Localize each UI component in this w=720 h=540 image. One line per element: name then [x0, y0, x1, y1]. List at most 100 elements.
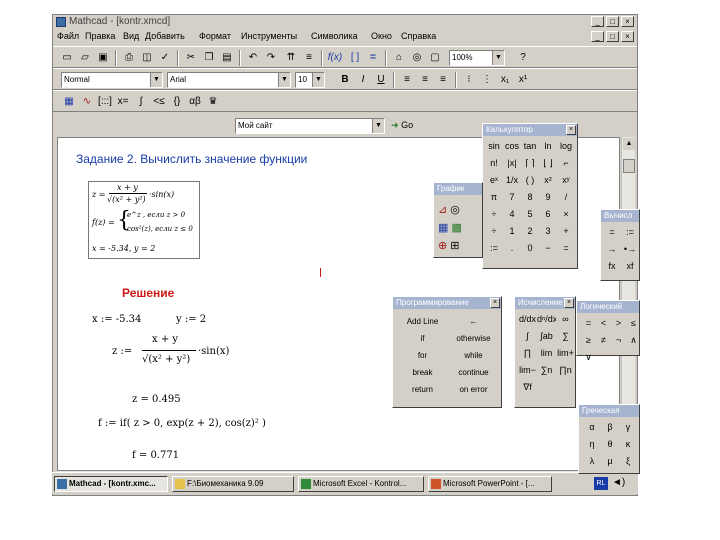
speaker-icon[interactable]: ◄) — [612, 477, 625, 488]
menu-help[interactable]: Справка — [401, 31, 436, 41]
task-mathcad[interactable]: Mathcad - [kontr.xmc... — [54, 476, 168, 492]
copy-icon[interactable]: ❐ — [201, 50, 217, 66]
calculator-key[interactable]: := — [485, 240, 503, 257]
equals-icon[interactable]: = — [365, 50, 381, 66]
calculator-key[interactable]: 7 — [503, 189, 521, 206]
calculus-key[interactable]: ∑n — [537, 362, 556, 379]
greek-key[interactable]: ξ — [619, 453, 637, 470]
calculator-key[interactable]: ln — [539, 138, 557, 155]
greek-palette-title[interactable]: Греческая — [579, 405, 639, 417]
calculator-key[interactable]: n! — [485, 155, 503, 172]
calculator-key[interactable]: × — [557, 206, 575, 223]
boolean-key[interactable]: > — [611, 315, 626, 332]
calculus-key[interactable]: ∞ — [556, 311, 575, 328]
calculus-key[interactable]: ∏ — [518, 345, 537, 362]
boolean-key[interactable]: = — [581, 315, 596, 332]
scroll-thumb[interactable] — [623, 159, 635, 173]
evaluation-key[interactable]: → — [603, 241, 621, 258]
programming-key[interactable]: ← — [448, 313, 499, 330]
calculator-key[interactable]: + — [557, 223, 575, 240]
close-icon[interactable]: × — [566, 125, 576, 135]
calculus-key[interactable]: ∇f — [518, 379, 537, 396]
calculus-icon[interactable]: ∫ — [133, 94, 149, 110]
calculus-key[interactable]: lim− — [518, 362, 537, 379]
spell-icon[interactable]: ✓ — [157, 50, 173, 66]
boolean-icon[interactable]: <≤ — [151, 94, 167, 110]
calculator-key[interactable]: log — [557, 138, 575, 155]
symbolic-icon[interactable]: ♛ — [205, 94, 221, 110]
matrix-icon[interactable]: [:::] — [97, 94, 113, 110]
programming-key[interactable]: on error — [448, 381, 499, 398]
greek-key[interactable]: θ — [601, 436, 619, 453]
calculus-key[interactable]: d/dx — [518, 311, 537, 328]
resource-combo[interactable]: Мой сайт ▼ — [235, 118, 385, 134]
calculus-key[interactable]: lim+ — [556, 345, 575, 362]
underline-button[interactable]: U — [373, 72, 389, 88]
greek-key[interactable]: η — [583, 436, 601, 453]
paste-icon[interactable]: ▤ — [219, 50, 235, 66]
calculator-key[interactable]: |x| — [503, 155, 521, 172]
bold-button[interactable]: B — [337, 72, 353, 88]
calculus-key[interactable]: ∑ — [556, 328, 575, 345]
evaluation-key[interactable]: xf — [621, 258, 639, 275]
close-icon[interactable]: × — [564, 298, 574, 308]
doc-close-button[interactable]: × — [621, 31, 634, 42]
boolean-key[interactable]: < — [596, 315, 611, 332]
calculator-key[interactable]: ⌈ ⌉ — [521, 155, 539, 172]
minimize-button[interactable]: _ — [591, 16, 604, 27]
boolean-key[interactable]: ∨ — [581, 349, 596, 366]
boolean-key[interactable]: ≤ — [626, 315, 641, 332]
calculator-key[interactable]: π — [485, 189, 503, 206]
calculator-key[interactable]: 4 — [503, 206, 521, 223]
preview-icon[interactable]: ◫ — [139, 50, 155, 66]
evaluation-key[interactable]: = — [603, 224, 621, 241]
scroll-up-icon[interactable]: ▲ — [623, 138, 635, 150]
calculator-key[interactable]: eˣ — [485, 172, 503, 189]
maximize-button[interactable]: □ — [606, 16, 619, 27]
calculus-key[interactable]: dⁿ/dxⁿ — [537, 311, 556, 328]
menu-format[interactable]: Формат — [199, 31, 231, 41]
task-folder[interactable]: F:\Биомеханика 9.09 — [172, 476, 294, 492]
chevron-down-icon[interactable]: ▼ — [278, 73, 290, 87]
calculator-key[interactable]: sin — [485, 138, 503, 155]
evaluation-key[interactable]: •→ — [621, 241, 639, 258]
boolean-key[interactable]: ¬ — [611, 332, 626, 349]
calculator-key[interactable]: 1 — [503, 223, 521, 240]
calculator-key[interactable]: 5 — [521, 206, 539, 223]
save-icon[interactable]: ▣ — [95, 50, 111, 66]
bullets-icon[interactable]: ⁝ — [461, 72, 477, 88]
chevron-down-icon[interactable]: ▼ — [150, 73, 162, 87]
calculator-key[interactable]: 9 — [539, 189, 557, 206]
vector-field-icon[interactable]: ⊞ — [450, 240, 459, 252]
z-result[interactable]: z = 0.495 — [132, 394, 181, 405]
greek-key[interactable]: β — [601, 419, 619, 436]
calculus-key[interactable]: ∫ab — [537, 328, 556, 345]
boolean-key[interactable]: ≥ — [581, 332, 596, 349]
task-excel[interactable]: Microsoft Excel - Kontrol... — [298, 476, 424, 492]
menu-tools[interactable]: Инструменты — [241, 31, 297, 41]
italic-button[interactable]: I — [355, 72, 371, 88]
boolean-key[interactable]: ≠ — [596, 332, 611, 349]
tree-icon[interactable]: ▢ — [427, 50, 443, 66]
resources-icon[interactable]: ⌂ — [391, 50, 407, 66]
programming-icon[interactable]: {} — [169, 94, 185, 110]
z-definition[interactable]: z := x + y √(x² + y²) ·sin(x) — [112, 334, 242, 378]
menu-window[interactable]: Окно — [371, 31, 392, 41]
calculator-key[interactable]: 1/x — [503, 172, 521, 189]
undo-icon[interactable]: ↶ — [245, 50, 261, 66]
calculator-key[interactable]: ( ) — [521, 172, 539, 189]
xy-plot-icon[interactable]: ⊿ — [438, 204, 447, 216]
calculator-key[interactable]: x² — [539, 172, 557, 189]
cut-icon[interactable]: ✂ — [183, 50, 199, 66]
language-indicator[interactable]: RL — [594, 477, 608, 490]
evaluation-key[interactable]: fx — [603, 258, 621, 275]
chevron-down-icon[interactable]: ▼ — [312, 73, 324, 87]
greek-key[interactable]: μ — [601, 453, 619, 470]
surface-plot-icon[interactable]: ▦ — [438, 222, 448, 234]
evaluation-key[interactable]: := — [621, 224, 639, 241]
f-result[interactable]: f = 0.771 — [132, 450, 179, 461]
boolean-key[interactable]: ∧ — [626, 332, 641, 349]
programming-key[interactable]: while — [448, 347, 499, 364]
x-definition[interactable]: x := -5.34 — [92, 314, 141, 325]
zoom-combo[interactable]: 100% ▼ — [449, 50, 505, 66]
